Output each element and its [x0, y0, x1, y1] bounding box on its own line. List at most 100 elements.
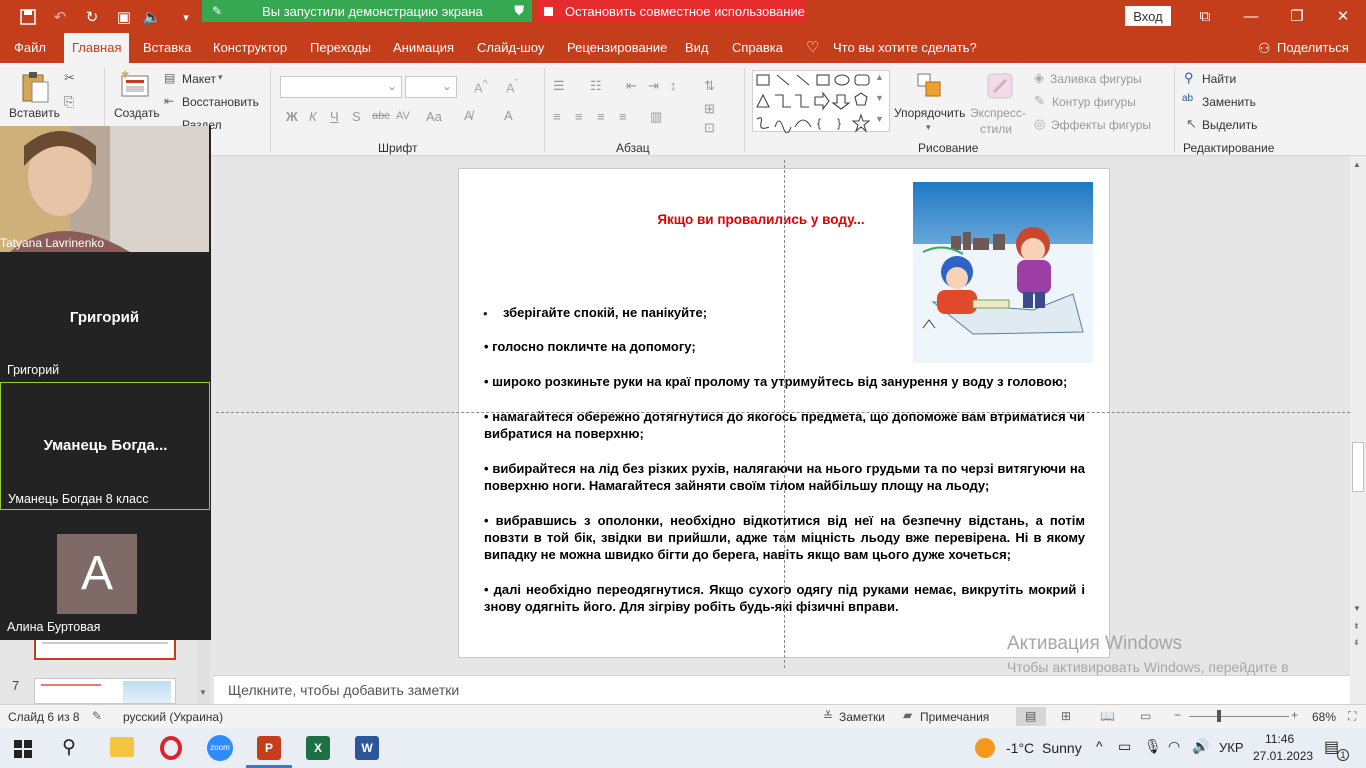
shapes-gallery[interactable]: {}	[752, 70, 890, 134]
file-explorer-icon[interactable]	[110, 737, 134, 757]
tray-chevron-icon[interactable]: ^	[1096, 738, 1103, 754]
replace-button[interactable]: Заменить	[1202, 95, 1256, 109]
find-button[interactable]: Найти	[1202, 72, 1236, 86]
bullets-icon[interactable]: ☰	[553, 78, 565, 94]
cut-icon[interactable]: ✂	[64, 70, 75, 86]
tab-animations[interactable]: Анимация	[393, 33, 454, 63]
save-icon[interactable]	[18, 7, 38, 27]
tab-view[interactable]: Вид	[685, 33, 709, 63]
language-status[interactable]: русский (Украина)	[123, 710, 223, 724]
zoom-in-icon[interactable]: +	[1291, 708, 1298, 722]
editor-scrollbar[interactable]: ▲ ▼ ⇞ ⇟	[1350, 156, 1366, 704]
participant-tile-3[interactable]: Уманець Богда... Уманець Богдан 8 класс	[0, 382, 210, 510]
share-button[interactable]: Поделиться	[1277, 33, 1349, 63]
input-language[interactable]: УКР	[1219, 740, 1244, 755]
opera-icon[interactable]	[160, 736, 182, 760]
zoom-app-icon[interactable]: zoom	[207, 735, 233, 761]
notes-toggle[interactable]: Заметки	[839, 710, 885, 724]
font-color-icon[interactable]: A	[504, 108, 513, 123]
shape-outline-button[interactable]: Контур фигуры	[1052, 95, 1136, 109]
stop-share-button[interactable]: Остановить совместное использование	[538, 0, 805, 22]
prev-slide-icon[interactable]: ⇞	[1353, 622, 1360, 631]
minimize-button[interactable]: —	[1231, 4, 1271, 28]
gallery-more-icon[interactable]: ▼	[875, 114, 884, 124]
slide-title[interactable]: Якщо ви провалились у воду...	[571, 169, 951, 269]
spacing-button[interactable]: AV	[396, 110, 410, 122]
align-center-icon[interactable]: ≡	[575, 109, 583, 124]
increase-indent-icon[interactable]: ⇥	[648, 78, 659, 94]
zoom-slider[interactable]	[1189, 716, 1289, 717]
powerpoint-icon[interactable]: P	[257, 736, 281, 760]
reading-view-icon[interactable]: 📖	[1100, 709, 1115, 723]
tab-insert[interactable]: Вставка	[143, 33, 191, 63]
zoom-level[interactable]: 68%	[1312, 710, 1336, 724]
tell-me-search[interactable]: Что вы хотите сделать?	[833, 33, 977, 63]
paste-icon[interactable]	[20, 70, 50, 104]
font-name-dropdown[interactable]: ⌄	[280, 76, 402, 98]
justify-icon[interactable]: ≡	[619, 109, 627, 124]
comments-toggle[interactable]: Примечания	[920, 710, 989, 724]
clock-time[interactable]: 11:46	[1265, 732, 1294, 746]
columns-icon[interactable]: ▥	[650, 109, 662, 125]
align-text-icon[interactable]: ⊞	[704, 101, 715, 117]
scroll-thumb[interactable]	[1352, 442, 1364, 492]
fit-slide-icon[interactable]: ⛶	[1348, 709, 1356, 724]
volume-icon[interactable]: 🔊	[1192, 738, 1209, 755]
line-spacing-icon[interactable]: ↕	[670, 78, 677, 93]
new-slide-icon[interactable]: ✱	[120, 70, 152, 100]
ribbon-display-icon[interactable]: ⧉	[1185, 4, 1225, 28]
slide-bullet-1[interactable]: зберігайте спокій, не панікуйте;	[503, 304, 803, 321]
windows-start-icon[interactable]	[14, 740, 32, 761]
layout-button[interactable]: Макет	[182, 72, 216, 86]
weather-temp[interactable]: -1°C	[1006, 740, 1034, 756]
redo-icon[interactable]: ↻	[82, 7, 102, 27]
tab-file[interactable]: Файл	[14, 33, 46, 63]
zoom-out-icon[interactable]: −	[1174, 708, 1181, 722]
gallery-up-icon[interactable]: ▲	[875, 72, 884, 82]
excel-icon[interactable]: X	[306, 736, 330, 760]
text-direction-icon[interactable]: ⇅	[704, 78, 715, 94]
next-slide-icon[interactable]: ⇟	[1353, 638, 1360, 647]
tab-slideshow[interactable]: Слайд-шоу	[477, 33, 544, 63]
shadow-button[interactable]: S	[352, 109, 361, 124]
change-case-button[interactable]: Aa	[426, 109, 442, 124]
login-button[interactable]: Вход	[1125, 6, 1171, 26]
slideshow-start-icon[interactable]: ▣	[114, 7, 134, 27]
ice-illustration[interactable]	[913, 182, 1093, 363]
participant-tile-2[interactable]: Григорий Григорий	[0, 253, 211, 381]
weather-text[interactable]: Sunny	[1042, 740, 1082, 756]
notes-pane[interactable]: Щелкните, чтобы добавить заметки	[214, 675, 1350, 704]
gallery-down-icon[interactable]: ▼	[875, 93, 884, 103]
tab-transitions[interactable]: Переходы	[310, 33, 371, 63]
battery-icon[interactable]: ▭	[1118, 738, 1131, 755]
arrange-label[interactable]: Упорядочить	[894, 106, 965, 120]
zoom-slider-thumb[interactable]	[1217, 710, 1221, 722]
slide-sorter-icon[interactable]: ⊞	[1061, 709, 1071, 723]
quick-styles-icon[interactable]	[986, 72, 1014, 100]
participant-video-1[interactable]: Tatyana Lavrinenko	[0, 126, 211, 252]
thumbnail-slide-7[interactable]	[34, 678, 176, 704]
strikethrough-button[interactable]: abc	[372, 110, 390, 122]
shape-effects-button[interactable]: Эффекты фигуры	[1051, 118, 1151, 132]
align-left-icon[interactable]: ≡	[553, 109, 561, 124]
numbering-icon[interactable]: ☷	[590, 78, 602, 94]
undo-icon[interactable]: ↶	[50, 7, 70, 27]
reset-button[interactable]: Восстановить	[182, 95, 259, 109]
copy-icon[interactable]: ⎘	[64, 94, 74, 110]
align-right-icon[interactable]: ≡	[597, 109, 605, 124]
tab-home[interactable]: Главная	[64, 33, 130, 63]
maximize-button[interactable]: ❐	[1277, 4, 1317, 28]
customize-qat-icon[interactable]: ▾	[176, 7, 196, 27]
bold-button[interactable]: Ж	[286, 109, 298, 124]
participant-tile-4[interactable]: A Алина Буртовая	[0, 511, 211, 640]
decrease-indent-icon[interactable]: ⇤	[626, 78, 637, 94]
wifi-icon[interactable]: ◠	[1168, 738, 1180, 755]
arrange-icon[interactable]	[916, 72, 944, 100]
sun-icon[interactable]	[975, 738, 995, 758]
speaker-icon[interactable]: 🔈	[142, 7, 162, 27]
spellcheck-icon[interactable]: ✎	[92, 709, 102, 723]
font-size-dropdown[interactable]: ⌄	[405, 76, 457, 98]
clock-date[interactable]: 27.01.2023	[1253, 749, 1313, 763]
close-button[interactable]: ✕	[1323, 4, 1363, 28]
microphone-icon[interactable]: 🎙	[1144, 738, 1162, 755]
